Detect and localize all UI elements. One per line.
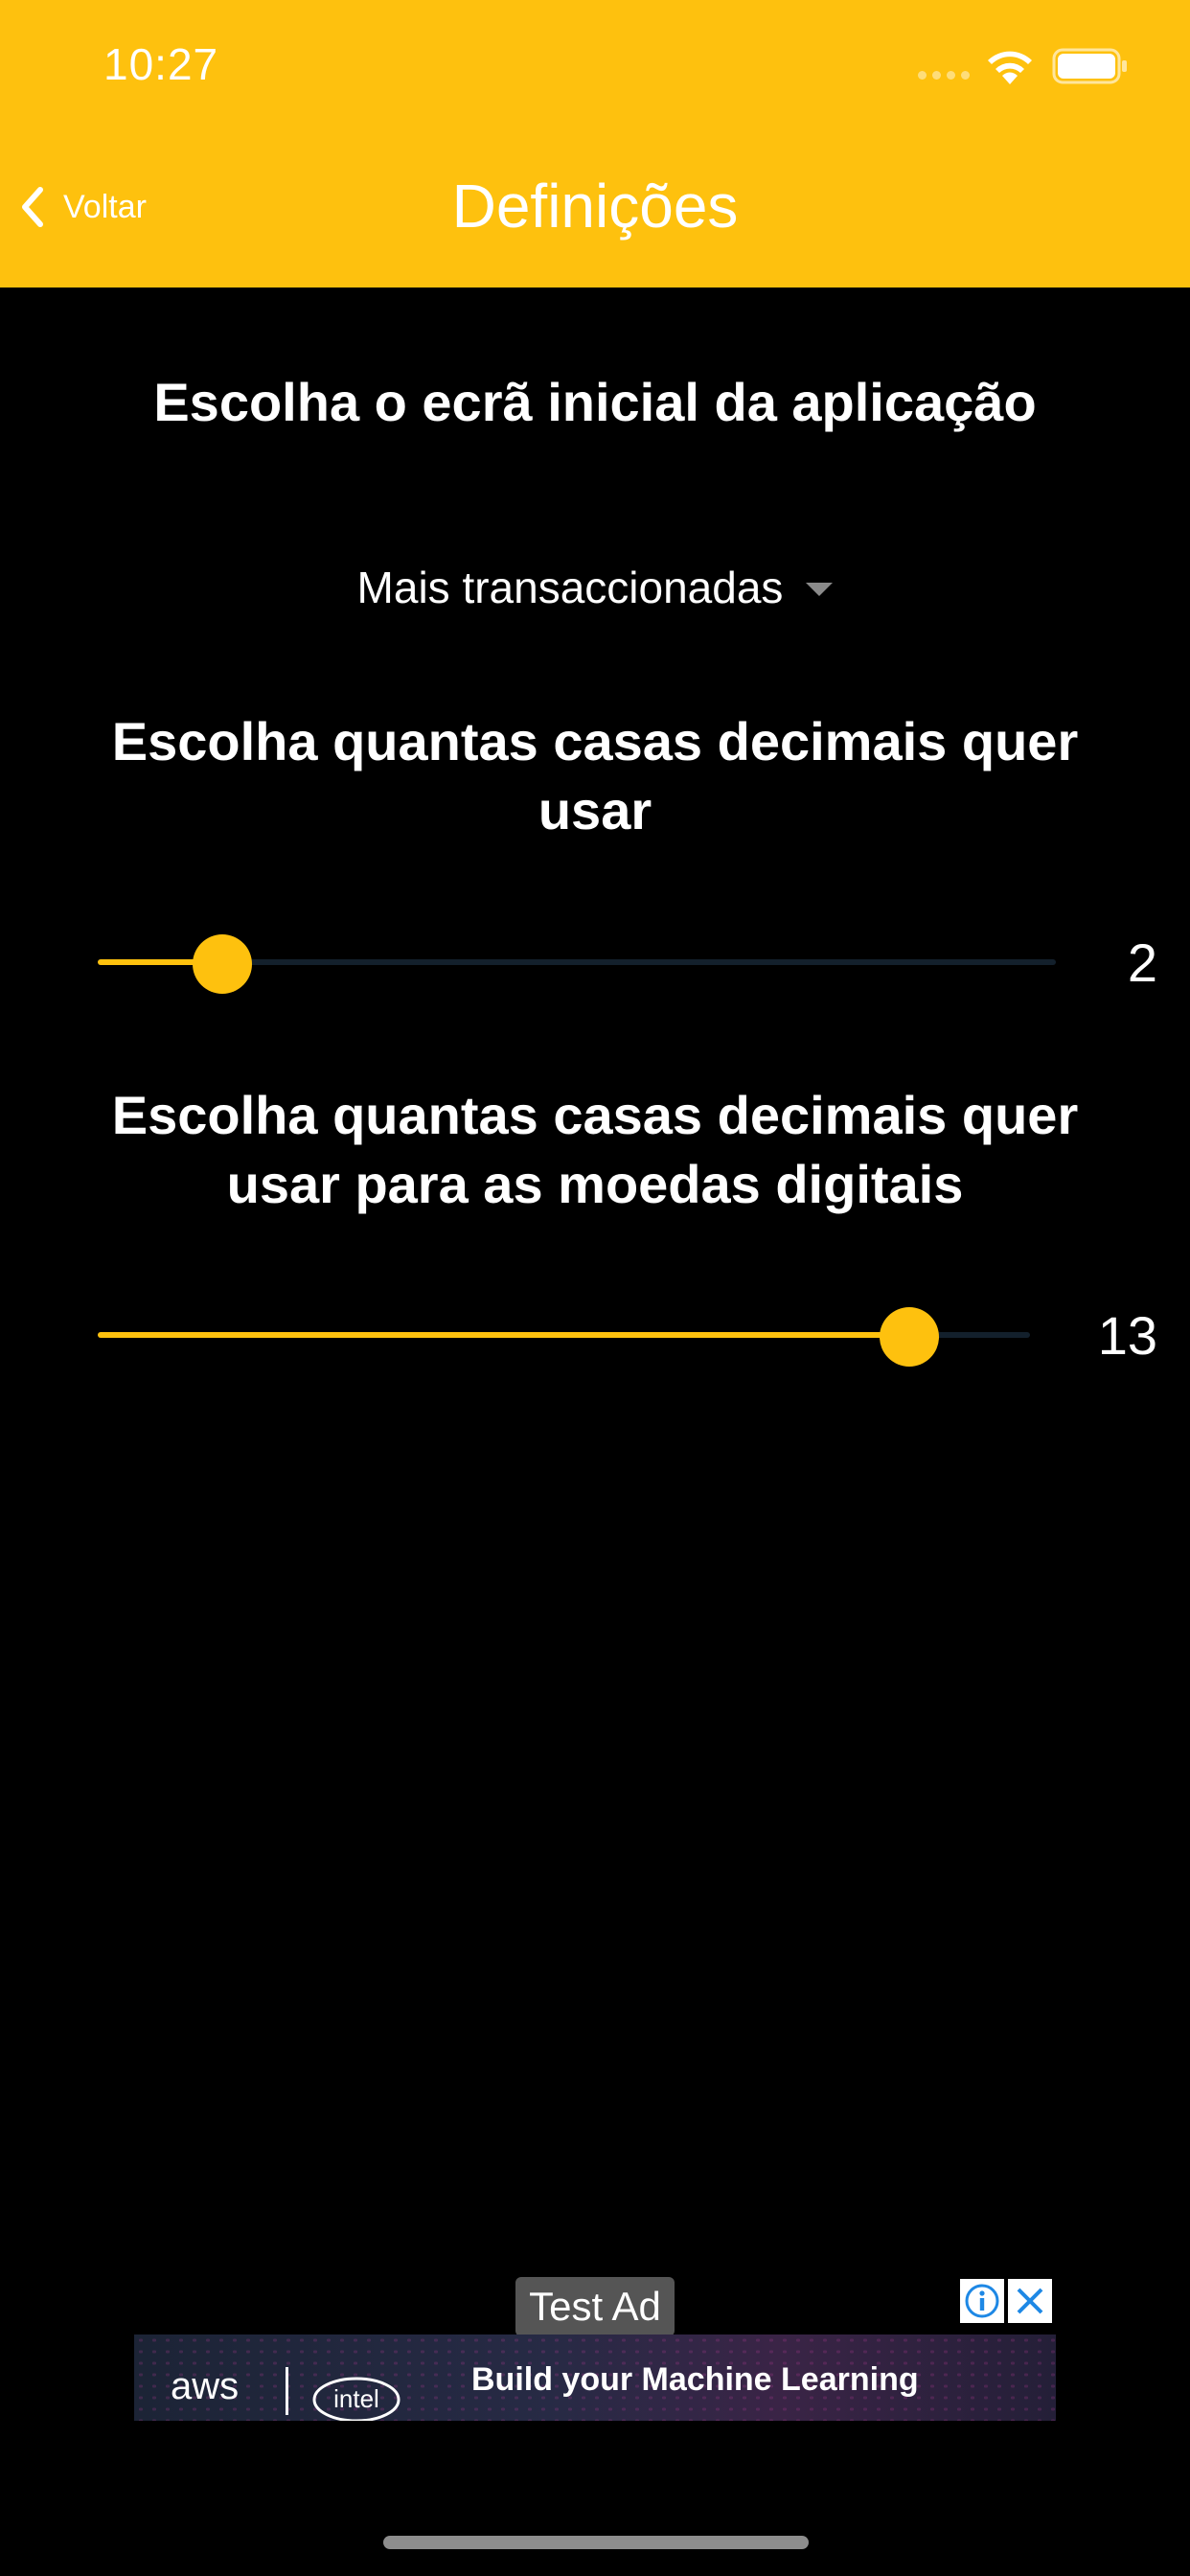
- status-time: 10:27: [103, 39, 219, 89]
- slider-thumb[interactable]: [193, 934, 252, 994]
- slider-thumb[interactable]: [879, 1307, 939, 1367]
- home-screen-heading: Escolha o ecrã inicial da aplicação: [153, 372, 1037, 432]
- settings-screen: 10:27 Voltar Definições Escolha o ecrã i…: [0, 0, 1190, 2576]
- caret-down-icon: [806, 583, 834, 596]
- ad-info-button[interactable]: [960, 2279, 1004, 2323]
- crypto-decimals-value: 13: [1097, 1305, 1157, 1366]
- test-ad-label: Test Ad: [515, 2277, 675, 2336]
- ad-banner[interactable]: aws intel Build your Machine Learning: [134, 2334, 1056, 2421]
- home-screen-dropdown[interactable]: Mais transaccionadas: [0, 562, 1190, 613]
- dropdown-selected-value: Mais transaccionadas: [356, 563, 784, 612]
- wifi-icon: [988, 51, 1032, 84]
- decimals-slider[interactable]: [98, 932, 1056, 994]
- svg-text:intel: intel: [333, 2384, 379, 2413]
- home-indicator: [383, 2536, 809, 2549]
- ad-controls: [960, 2279, 1052, 2323]
- ad-divider: [286, 2367, 288, 2415]
- battery-icon: [1052, 48, 1127, 84]
- info-icon: [965, 2284, 999, 2318]
- decimals-value: 2: [1127, 932, 1157, 993]
- ad-close-button[interactable]: [1008, 2279, 1052, 2323]
- ad-headline: Build your Machine Learning: [471, 2361, 919, 2398]
- close-icon: [1017, 2288, 1043, 2314]
- aws-logo: aws: [171, 2365, 240, 2407]
- crypto-decimals-heading: Escolha quantas casas decimais quer usar…: [111, 1085, 1079, 1214]
- app-header: 10:27 Voltar Definições: [0, 0, 1190, 288]
- signal-icon: [918, 71, 970, 80]
- intel-logo: intel: [312, 2377, 400, 2421]
- page-title: Definições: [451, 172, 739, 241]
- decimals-heading: Escolha quantas casas decimais quer usar: [111, 711, 1079, 840]
- slider-fill: [98, 1332, 909, 1338]
- crypto-decimals-slider[interactable]: [98, 1305, 1030, 1367]
